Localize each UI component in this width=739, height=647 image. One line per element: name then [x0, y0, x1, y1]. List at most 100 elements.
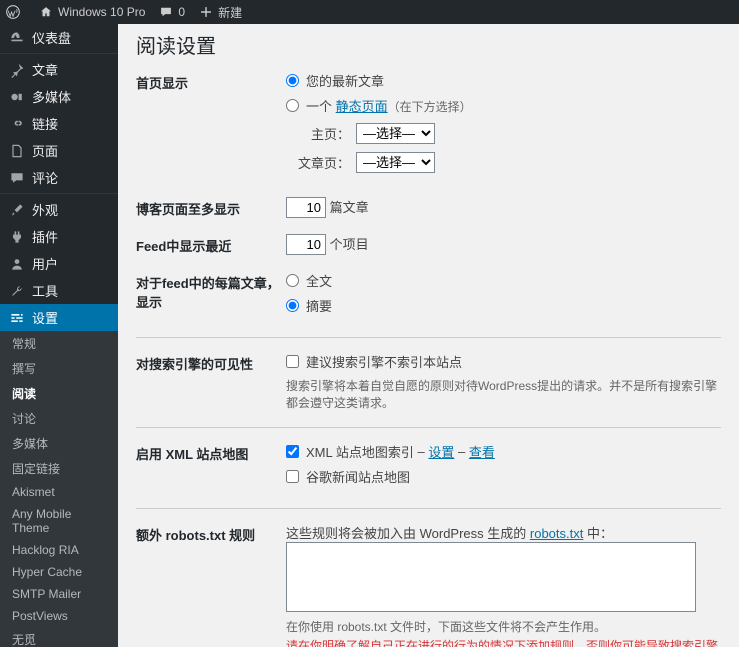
brush-icon: [8, 202, 26, 218]
menu-settings[interactable]: 设置: [0, 304, 118, 331]
checkbox-label: 建议搜索引擎不索引本站点: [306, 352, 462, 371]
content-area: 阅读设置 首页显示 您的最新文章 一个 静态页面（在下方选择） 主页：—选择— …: [118, 24, 739, 647]
xml-google-option[interactable]: 谷歌新闻站点地图: [286, 467, 721, 486]
radio-label: 一个 静态页面（在下方选择）: [306, 96, 472, 115]
menu-comments[interactable]: 评论: [0, 164, 118, 191]
radio-label: 您的最新文章: [306, 71, 384, 90]
wordpress-icon: [6, 5, 20, 19]
sub-general[interactable]: 常规: [0, 331, 118, 356]
front-label: 首页显示: [136, 71, 286, 92]
menu-label: 设置: [32, 308, 58, 327]
front-latest-option[interactable]: 您的最新文章: [286, 71, 721, 90]
wp-logo[interactable]: [6, 5, 25, 19]
comments-link[interactable]: 0: [159, 5, 185, 19]
menu-label: 页面: [32, 141, 58, 160]
sub-writing[interactable]: 撰写: [0, 356, 118, 381]
new-content-link[interactable]: 新建: [199, 4, 242, 21]
per-page-unit: 篇文章: [330, 200, 369, 215]
plus-icon: [199, 5, 213, 19]
front-static-option[interactable]: 一个 静态页面（在下方选择）: [286, 96, 721, 115]
menu-media[interactable]: 多媒体: [0, 83, 118, 110]
postspage-select[interactable]: —选择—: [356, 152, 435, 173]
wrench-icon: [8, 283, 26, 299]
home-select-label: 主页：: [298, 124, 350, 143]
menu-label: 评论: [32, 168, 58, 187]
static-page-link[interactable]: 静态页面: [336, 99, 388, 114]
visibility-label: 对搜索引擎的可见性: [136, 352, 286, 373]
sub-postviews[interactable]: PostViews: [0, 605, 118, 627]
sub-media[interactable]: 多媒体: [0, 431, 118, 456]
robots-desc: 这些规则将会被加入由 WordPress 生成的 robots.txt 中：: [286, 523, 721, 542]
home-icon: [39, 5, 53, 19]
menu-label: 文章: [32, 60, 58, 79]
sub-permalink[interactable]: 固定链接: [0, 456, 118, 481]
feed-recent-input[interactable]: [286, 234, 326, 255]
per-page-label: 博客页面至多显示: [136, 197, 286, 218]
admin-sidebar: 仪表盘 文章 多媒体 链接 页面 评论 外观 插件 用户 工具 设置 常规 撰写…: [0, 24, 118, 647]
sub-akismet[interactable]: Akismet: [0, 481, 118, 503]
comment-count: 0: [178, 5, 185, 19]
menu-users[interactable]: 用户: [0, 250, 118, 277]
site-name-link[interactable]: Windows 10 Pro: [39, 5, 145, 19]
menu-tools[interactable]: 工具: [0, 277, 118, 304]
pin-icon: [8, 62, 26, 78]
xml-settings-link[interactable]: 设置: [428, 442, 454, 461]
dashboard-icon: [8, 30, 26, 46]
menu-label: 外观: [32, 200, 58, 219]
menu-label: 多媒体: [32, 87, 71, 106]
feed-summary-radio[interactable]: [286, 299, 299, 312]
per-page-input[interactable]: [286, 197, 326, 218]
feed-full-option[interactable]: 全文: [286, 271, 721, 290]
feed-recent-label: Feed中显示最近: [136, 234, 286, 255]
menu-label: 链接: [32, 114, 58, 133]
menu-links[interactable]: 链接: [0, 110, 118, 137]
sub-wumi[interactable]: 无觅: [0, 627, 118, 647]
xml-google-checkbox[interactable]: [286, 470, 299, 483]
comment-icon: [159, 5, 173, 19]
menu-plugins[interactable]: 插件: [0, 223, 118, 250]
robots-textarea[interactable]: [286, 542, 696, 612]
menu-posts[interactable]: 文章: [0, 56, 118, 83]
robots-link[interactable]: robots.txt: [530, 526, 583, 541]
comments-icon: [8, 170, 26, 186]
menu-pages[interactable]: 页面: [0, 137, 118, 164]
feed-summary-option[interactable]: 摘要: [286, 296, 721, 315]
visibility-desc: 搜索引擎将本着自觉自愿的原则对待WordPress提出的请求。并不是所有搜索引擎…: [286, 377, 721, 411]
radio-label: 全文: [306, 271, 332, 290]
front-latest-radio[interactable]: [286, 74, 299, 87]
front-static-radio[interactable]: [286, 99, 299, 112]
feed-content-label: 对于feed中的每篇文章，显示: [136, 271, 286, 311]
sub-reading[interactable]: 阅读: [0, 381, 118, 406]
xml-view-link[interactable]: 查看: [469, 442, 495, 461]
xml-label: 启用 XML 站点地图: [136, 442, 286, 463]
sub-hypercache[interactable]: Hyper Cache: [0, 561, 118, 583]
menu-label: 插件: [32, 227, 58, 246]
robots-warn: 请在你明确了解自己正在进行的行为的情况下添加规则，否则你可能导致搜索引擎对您网站…: [286, 637, 721, 647]
visibility-option[interactable]: 建议搜索引擎不索引本站点: [286, 352, 721, 371]
radio-label: 摘要: [306, 296, 332, 315]
robots-label: 额外 robots.txt 规则: [136, 523, 286, 544]
postspage-select-label: 文章页：: [298, 153, 350, 172]
sliders-icon: [8, 310, 26, 326]
xml-index-checkbox[interactable]: [286, 445, 299, 458]
checkbox-label: XML 站点地图索引: [306, 442, 414, 461]
user-icon: [8, 256, 26, 272]
sub-anymobile[interactable]: Any Mobile Theme: [0, 503, 118, 539]
settings-submenu: 常规 撰写 阅读 讨论 多媒体 固定链接 Akismet Any Mobile …: [0, 331, 118, 647]
media-icon: [8, 89, 26, 105]
new-label: 新建: [218, 4, 242, 21]
menu-dashboard[interactable]: 仪表盘: [0, 24, 118, 51]
plug-icon: [8, 229, 26, 245]
xml-index-option[interactable]: XML 站点地图索引 – 设置 – 查看: [286, 442, 721, 461]
menu-appearance[interactable]: 外观: [0, 196, 118, 223]
page-icon: [8, 143, 26, 159]
menu-label: 仪表盘: [32, 28, 71, 47]
visibility-checkbox[interactable]: [286, 355, 299, 368]
feed-recent-unit: 个项目: [330, 237, 369, 252]
page-title: 阅读设置: [136, 30, 721, 59]
home-select[interactable]: —选择—: [356, 123, 435, 144]
sub-hacklog[interactable]: Hacklog RIA: [0, 539, 118, 561]
sub-smtp[interactable]: SMTP Mailer: [0, 583, 118, 605]
sub-discussion[interactable]: 讨论: [0, 406, 118, 431]
feed-full-radio[interactable]: [286, 274, 299, 287]
